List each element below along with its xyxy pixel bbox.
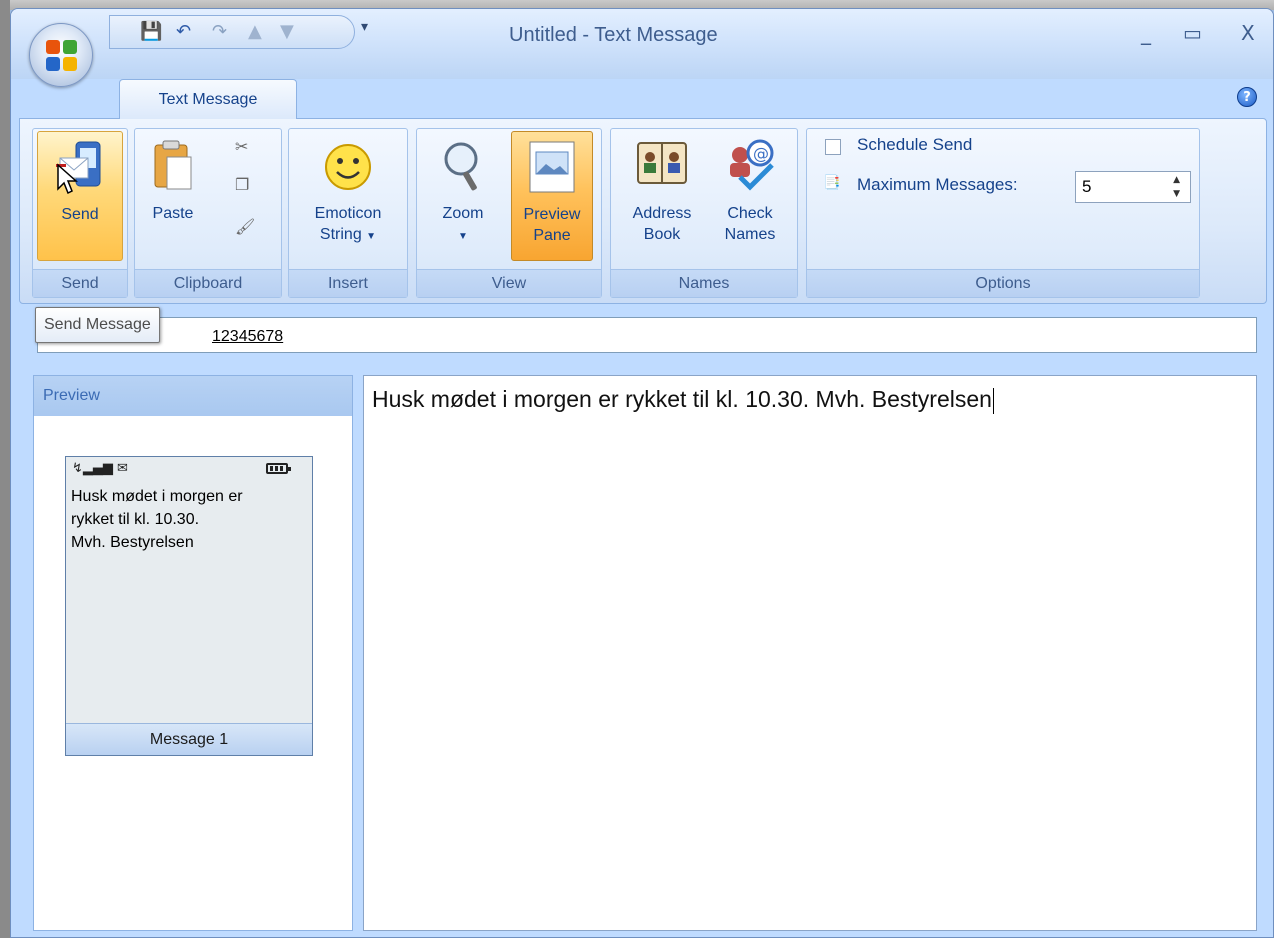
title-bar: 💾 ↶ ↷ ▲ ▼ ▾ Untitled - Text Message _ ▭ … bbox=[11, 9, 1273, 79]
preview-pane: Preview ↯▂▄▆ ✉ Husk mødet i morgen er ry… bbox=[33, 375, 353, 931]
help-icon[interactable]: ? bbox=[1237, 87, 1257, 107]
message-counter: Message 1 bbox=[66, 723, 312, 755]
emoticon-string-button[interactable]: Emoticon String ▼ bbox=[295, 131, 401, 247]
paste-icon bbox=[154, 140, 192, 190]
phone-message-text: Husk mødet i morgen er rykket til kl. 10… bbox=[71, 488, 243, 551]
message-text: Husk mødet i morgen er rykket til kl. 10… bbox=[372, 386, 992, 412]
address-book-label-1: Address bbox=[632, 205, 692, 222]
tab-text-message[interactable]: Text Message bbox=[119, 79, 297, 119]
minimize-button[interactable]: _ bbox=[1141, 21, 1151, 45]
preview-label-2: Pane bbox=[533, 227, 571, 244]
address-book-label-2: Book bbox=[643, 226, 681, 243]
emoticon-label-1: Emoticon bbox=[314, 205, 382, 222]
copy-icon[interactable]: ❐ bbox=[235, 175, 249, 194]
check-names-icon: @ bbox=[730, 139, 774, 191]
previous-item-icon[interactable]: ▲ bbox=[248, 22, 262, 42]
svg-text:@: @ bbox=[753, 144, 769, 163]
schedule-send-label: Schedule Send bbox=[857, 135, 973, 154]
check-names-label-2: Names bbox=[724, 226, 776, 243]
preview-label-1: Preview bbox=[523, 206, 581, 223]
check-names-button[interactable]: @ Check Names bbox=[711, 131, 789, 245]
office-button[interactable] bbox=[29, 23, 93, 87]
ribbon-group-options: Schedule Send 📑 Maximum Messages: 5 ▲ ▼ O… bbox=[806, 128, 1200, 298]
maximum-messages-label: Maximum Messages: bbox=[857, 175, 1018, 194]
ribbon-group-insert: Emoticon String ▼ Insert bbox=[288, 128, 408, 298]
paste-button[interactable]: Paste bbox=[143, 131, 203, 224]
zoom-label: Zoom bbox=[442, 205, 484, 222]
quick-access-toolbar: 💾 ↶ ↷ ▲ ▼ bbox=[109, 15, 355, 49]
to-row: 12345678 bbox=[37, 315, 1257, 355]
office-logo-icon bbox=[46, 40, 78, 72]
signal-icon: ↯▂▄▆ ✉ bbox=[72, 461, 128, 476]
group-label-send: Send bbox=[33, 269, 127, 297]
emoticon-label-2: String bbox=[319, 226, 362, 243]
zoom-dropdown-icon: ▼ bbox=[458, 231, 468, 242]
dropdown-arrow-icon: ▼ bbox=[366, 231, 377, 242]
preview-title: Preview bbox=[34, 376, 352, 416]
next-item-icon[interactable]: ▼ bbox=[280, 22, 294, 42]
address-book-icon bbox=[637, 142, 687, 184]
emoticon-icon bbox=[325, 144, 371, 190]
spin-arrows-icon[interactable]: ▲ ▼ bbox=[1173, 173, 1180, 201]
send-label: Send bbox=[61, 206, 99, 223]
message-body[interactable]: Husk mødet i morgen er rykket til kl. 10… bbox=[363, 375, 1257, 931]
ribbon-group-clipboard: Paste ✂ ❐ 🖌 Clipboard bbox=[134, 128, 282, 298]
preview-pane-icon bbox=[529, 141, 575, 193]
ribbon-group-view: Zoom ▼ Preview Pane View bbox=[416, 128, 602, 298]
cut-icon[interactable]: ✂ bbox=[235, 137, 248, 156]
group-label-insert: Insert bbox=[289, 269, 407, 297]
text-message-window: 💾 ↶ ↷ ▲ ▼ ▾ Untitled - Text Message _ ▭ … bbox=[10, 8, 1274, 938]
group-label-clipboard: Clipboard bbox=[135, 269, 281, 297]
address-book-button[interactable]: Address Book bbox=[619, 131, 705, 245]
ribbon-group-send: Send Send bbox=[32, 128, 128, 298]
redo-icon[interactable]: ↷ bbox=[212, 22, 227, 42]
to-field[interactable]: 12345678 bbox=[37, 317, 1257, 353]
paste-label: Paste bbox=[152, 205, 194, 222]
save-icon[interactable]: 💾 bbox=[140, 22, 162, 42]
send-button[interactable]: Send bbox=[37, 131, 123, 261]
phone-preview: ↯▂▄▆ ✉ Husk mødet i morgen er rykket til… bbox=[65, 456, 313, 756]
maximum-messages-stepper[interactable]: 5 ▲ ▼ bbox=[1075, 171, 1191, 203]
undo-icon[interactable]: ↶ bbox=[176, 22, 191, 42]
customize-toolbar-icon[interactable]: ▾ bbox=[361, 19, 368, 35]
desktop-edge bbox=[0, 0, 10, 938]
schedule-send-checkbox[interactable] bbox=[825, 139, 841, 155]
recipient-number[interactable]: 12345678 bbox=[212, 328, 283, 346]
zoom-button[interactable]: Zoom ▼ bbox=[423, 131, 503, 247]
window-title: Untitled - Text Message bbox=[509, 24, 718, 46]
maximum-messages-value: 5 bbox=[1082, 177, 1092, 196]
format-painter-icon[interactable]: 🖌 bbox=[235, 217, 255, 236]
ribbon-group-names: Address Book @ Check Names Names bbox=[610, 128, 798, 298]
maximum-messages-icon: 📑 bbox=[823, 175, 841, 191]
preview-pane-button[interactable]: Preview Pane bbox=[511, 131, 593, 261]
zoom-icon bbox=[444, 142, 478, 191]
ribbon: Send Send Paste ✂ ❐ 🖌 Clipboard Emoticon… bbox=[19, 118, 1267, 304]
mouse-cursor-icon bbox=[57, 163, 78, 195]
group-label-names: Names bbox=[611, 269, 797, 297]
check-names-label-1: Check bbox=[727, 205, 773, 222]
close-button[interactable]: X bbox=[1241, 21, 1255, 45]
battery-icon bbox=[266, 463, 291, 474]
group-label-view: View bbox=[417, 269, 601, 297]
group-label-options: Options bbox=[807, 269, 1199, 297]
maximize-button[interactable]: ▭ bbox=[1183, 21, 1202, 45]
text-caret bbox=[992, 387, 994, 414]
send-tooltip: Send Message bbox=[35, 307, 160, 343]
